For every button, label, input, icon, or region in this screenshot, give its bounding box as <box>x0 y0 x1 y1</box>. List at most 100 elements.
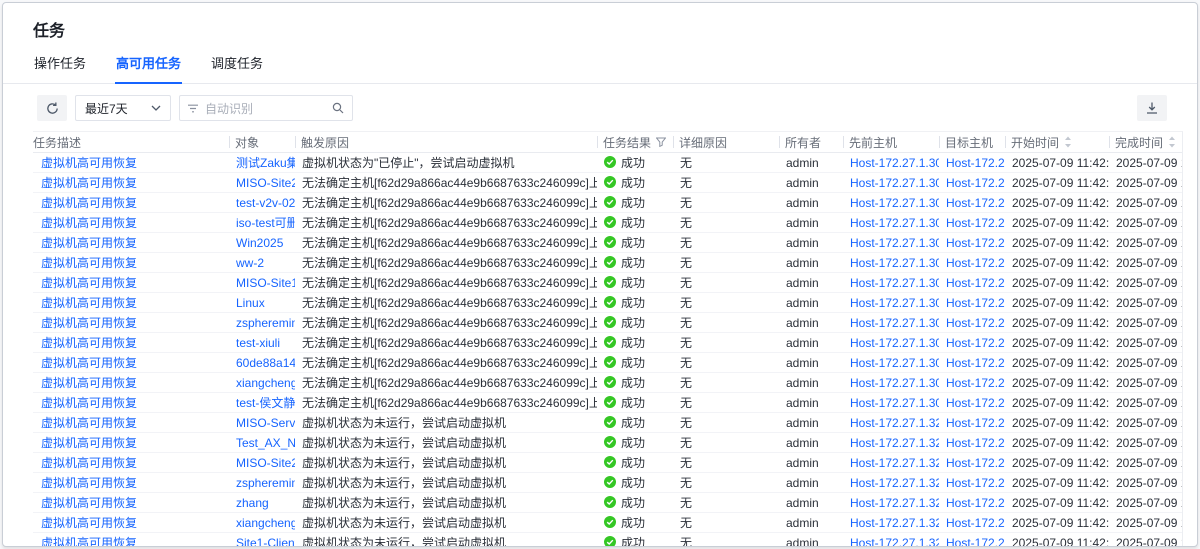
sort-icon[interactable] <box>1064 136 1072 148</box>
detail-cell: 无 <box>680 536 692 547</box>
task-description-link[interactable]: 虚拟机高可用恢复 <box>41 236 137 250</box>
previous-host-link[interactable]: Host-172.27.1.30 <box>850 396 939 410</box>
object-link[interactable]: 测试Zaku集... <box>236 156 295 170</box>
object-link[interactable]: xiangcheng.... <box>236 376 295 390</box>
object-link[interactable]: zhang <box>236 496 269 510</box>
finish-cell: 2025-07-09 1... <box>1116 416 1182 430</box>
detail-cell: 无 <box>680 256 692 270</box>
owner-cell: admin <box>786 216 819 230</box>
start-cell: 2025-07-09 11:42:41 <box>1012 316 1109 330</box>
target-host-link[interactable]: Host-172.27... <box>946 276 1005 290</box>
previous-host-link[interactable]: Host-172.27.1.32 <box>850 476 939 490</box>
target-host-link[interactable]: Host-172.27... <box>946 296 1005 310</box>
previous-host-link[interactable]: Host-172.27.1.32 <box>850 516 939 530</box>
object-link[interactable]: zspheremim... <box>236 316 295 330</box>
task-description-link[interactable]: 虚拟机高可用恢复 <box>41 196 137 210</box>
task-description-link[interactable]: 虚拟机高可用恢复 <box>41 336 137 350</box>
task-description-link[interactable]: 虚拟机高可用恢复 <box>41 476 137 490</box>
task-description-link[interactable]: 虚拟机高可用恢复 <box>41 416 137 430</box>
target-host-link[interactable]: Host-172.27... <box>946 196 1005 210</box>
object-link[interactable]: MISO-Serve... <box>236 416 295 430</box>
target-host-link[interactable]: Host-172.27... <box>946 256 1005 270</box>
previous-host-link[interactable]: Host-172.27.1.32 <box>850 436 939 450</box>
export-button[interactable] <box>1137 95 1167 121</box>
previous-host-link[interactable]: Host-172.27.1.30 <box>850 296 939 310</box>
refresh-button[interactable] <box>37 95 67 121</box>
target-host-link[interactable]: Host-172.27... <box>946 456 1005 470</box>
object-link[interactable]: iso-test可删 <box>236 216 295 230</box>
sort-icon[interactable] <box>1168 136 1176 148</box>
task-description-link[interactable]: 虚拟机高可用恢复 <box>41 536 137 547</box>
task-description-link[interactable]: 虚拟机高可用恢复 <box>41 516 137 530</box>
target-host-link[interactable]: Host-172.27... <box>946 396 1005 410</box>
search-input[interactable]: 自动识别 <box>179 95 353 121</box>
detail-cell: 无 <box>673 333 779 353</box>
task-description-link[interactable]: 虚拟机高可用恢复 <box>41 276 137 290</box>
target-host-link[interactable]: Host-172.27... <box>946 316 1005 330</box>
previous-host-link[interactable]: Host-172.27.1.30 <box>850 376 939 390</box>
previous-host-link[interactable]: Host-172.27.1.32 <box>850 536 939 548</box>
task-description-link[interactable]: 虚拟机高可用恢复 <box>41 176 137 190</box>
target-host-link[interactable]: Host-172.27... <box>946 436 1005 450</box>
filter-icon[interactable] <box>656 137 666 147</box>
object-link[interactable]: MISO-Site1... <box>236 276 295 290</box>
tab-scheduled-tasks[interactable]: 调度任务 <box>210 51 264 84</box>
task-description-link[interactable]: 虚拟机高可用恢复 <box>41 296 137 310</box>
object-link[interactable]: Linux <box>236 296 265 310</box>
previous-host-link[interactable]: Host-172.27.1.30 <box>850 336 939 350</box>
previous-host-link[interactable]: Host-172.27.1.30 <box>850 156 939 170</box>
object-link[interactable]: MISO-Site2... <box>236 176 295 190</box>
previous-host-link[interactable]: Host-172.27.1.30 <box>850 256 939 270</box>
task-description-link[interactable]: 虚拟机高可用恢复 <box>41 436 137 450</box>
search-icon[interactable] <box>332 102 344 114</box>
task-description-link[interactable]: 虚拟机高可用恢复 <box>41 156 137 170</box>
target-host-link[interactable]: Host-172.27... <box>946 216 1005 230</box>
target-host-link[interactable]: Host-172.27... <box>946 356 1005 370</box>
object-link[interactable]: Test_AX_Na... <box>236 436 295 450</box>
object-link[interactable]: xiangcheng.... <box>236 516 295 530</box>
target-host-link[interactable]: Host-172.27... <box>946 236 1005 250</box>
previous-host-link[interactable]: Host-172.27.1.30 <box>850 316 939 330</box>
task-description-link[interactable]: 虚拟机高可用恢复 <box>41 256 137 270</box>
task-description-link[interactable]: 虚拟机高可用恢复 <box>41 496 137 510</box>
task-description-link[interactable]: 虚拟机高可用恢复 <box>41 396 137 410</box>
previous-host-link[interactable]: Host-172.27.1.30 <box>850 196 939 210</box>
object-link[interactable]: test-xiuli <box>236 336 280 350</box>
previous-host-link[interactable]: Host-172.27.1.32 <box>850 416 939 430</box>
date-range-select[interactable]: 最近7天 <box>75 95 171 121</box>
target-host-link[interactable]: Host-172.27... <box>946 416 1005 430</box>
tab-operation-tasks[interactable]: 操作任务 <box>33 51 87 84</box>
object-link[interactable]: test-侯文静-... <box>236 396 295 410</box>
owner-cell: admin <box>779 253 843 273</box>
task-description-link[interactable]: 虚拟机高可用恢复 <box>41 216 137 230</box>
previous-host-link[interactable]: Host-172.27.1.30 <box>850 236 939 250</box>
tab-ha-tasks[interactable]: 高可用任务 <box>115 51 182 84</box>
previous-host-link[interactable]: Host-172.27.1.30 <box>850 216 939 230</box>
object-link[interactable]: 60de88a14... <box>236 356 295 370</box>
previous-host-link[interactable]: Host-172.27.1.32 <box>850 456 939 470</box>
previous-host-link[interactable]: Host-172.27.1.30 <box>850 356 939 370</box>
owner-cell: admin <box>779 453 843 473</box>
target-host-link[interactable]: Host-172.27... <box>946 336 1005 350</box>
object-link[interactable]: test-v2v-02 <box>236 196 295 210</box>
object-link[interactable]: Site1-Client1 <box>236 536 295 548</box>
task-description-link[interactable]: 虚拟机高可用恢复 <box>41 456 137 470</box>
task-description-link[interactable]: 虚拟机高可用恢复 <box>41 356 137 370</box>
target-host-link[interactable]: Host-172.27... <box>946 516 1005 530</box>
previous-host-link[interactable]: Host-172.27.1.30 <box>850 276 939 290</box>
target-host-link[interactable]: Host-172.27... <box>946 476 1005 490</box>
target-host-link[interactable]: Host-172.27... <box>946 536 1005 548</box>
task-description-link[interactable]: 虚拟机高可用恢复 <box>41 376 137 390</box>
target-host-link[interactable]: Host-172.27... <box>946 496 1005 510</box>
target-host-link[interactable]: Host-172.27... <box>946 176 1005 190</box>
target-host-link[interactable]: Host-172.27... <box>946 156 1005 170</box>
object-link[interactable]: Win2025 <box>236 236 283 250</box>
object-link[interactable]: zspheremim... <box>236 476 295 490</box>
finish-cell: 2025-07-09 1... <box>1116 536 1182 548</box>
previous-host-link[interactable]: Host-172.27.1.32 <box>850 496 939 510</box>
previous-host-link[interactable]: Host-172.27.1.30 <box>850 176 939 190</box>
object-link[interactable]: ww-2 <box>236 256 264 270</box>
target-host-link[interactable]: Host-172.27... <box>946 376 1005 390</box>
object-link[interactable]: MISO-Site2... <box>236 456 295 470</box>
task-description-link[interactable]: 虚拟机高可用恢复 <box>41 316 137 330</box>
